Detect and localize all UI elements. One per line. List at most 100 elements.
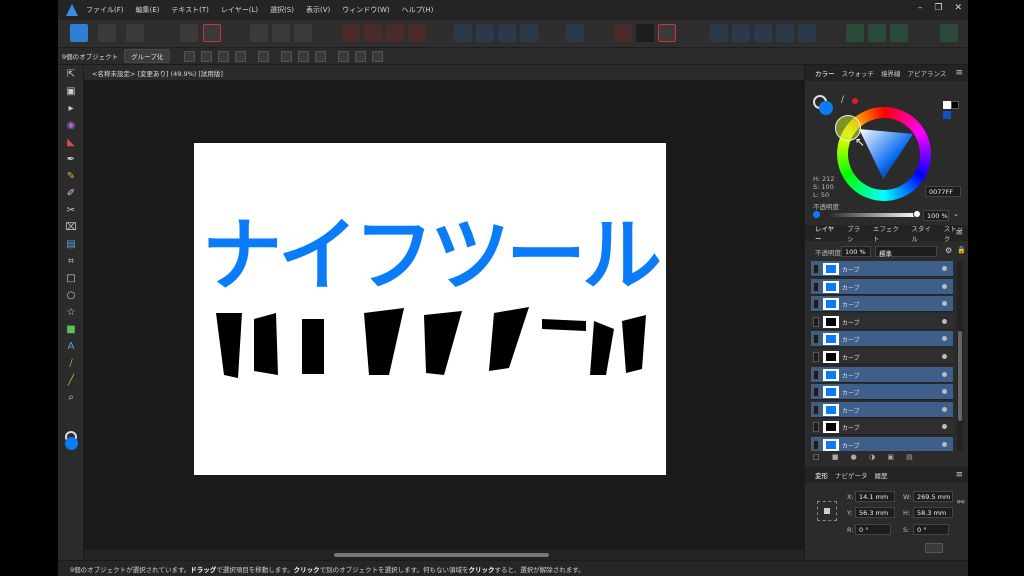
tab-appearance[interactable]: アピアランス: [908, 68, 947, 78]
user-icon[interactable]: [940, 24, 958, 42]
layer-visibility-checkbox[interactable]: [813, 422, 819, 433]
w-input[interactable]: 269.5 mm: [913, 491, 953, 502]
black-swatch[interactable]: [951, 101, 959, 109]
arrange-back-icon[interactable]: [776, 24, 794, 42]
assistant-icon[interactable]: [846, 24, 864, 42]
recent-swatch[interactable]: [943, 111, 951, 119]
layer-visibility-dot[interactable]: [942, 283, 947, 289]
layer-visibility-dot[interactable]: [942, 389, 947, 395]
layer-row[interactable]: カーブ: [811, 437, 953, 451]
restore-icon[interactable]: ❐: [934, 3, 942, 13]
snapping-options-icon[interactable]: [868, 24, 886, 42]
tab-brushes[interactable]: ブラシ: [847, 223, 866, 243]
arrange-front-icon[interactable]: [710, 24, 728, 42]
layer-row[interactable]: カーブ: [811, 384, 953, 401]
layer-row[interactable]: カーブ: [811, 261, 953, 277]
hex-input[interactable]: 0077FF: [925, 186, 961, 197]
zoom-tool-icon[interactable]: ⌕: [65, 392, 77, 404]
picker-icon[interactable]: ∕: [841, 95, 844, 105]
layer-scrollbar[interactable]: [957, 261, 963, 451]
shear-input[interactable]: 0 °: [913, 524, 949, 535]
layer-visibility-checkbox[interactable]: [813, 387, 819, 398]
rotate-right-icon[interactable]: [520, 24, 538, 42]
transform-menu-icon[interactable]: ≡: [955, 470, 963, 480]
tab-transform[interactable]: 変形: [815, 470, 828, 480]
menu-file[interactable]: ファイル(F): [86, 5, 124, 15]
space-horizontal-icon[interactable]: [338, 50, 350, 62]
group-button[interactable]: グループ化: [124, 49, 171, 63]
layer-visibility-dot[interactable]: [942, 406, 947, 412]
tab-styles[interactable]: スタイル: [911, 223, 936, 243]
star-tool-icon[interactable]: ☆: [65, 307, 77, 319]
tab-color[interactable]: カラー: [815, 68, 835, 78]
panel-menu-icon[interactable]: ≡: [955, 68, 963, 78]
export-persona-icon[interactable]: [126, 24, 144, 42]
bool-xor-icon[interactable]: [408, 24, 426, 42]
menu-window[interactable]: ウィンドウ(W): [342, 5, 389, 15]
ruler-tool-icon[interactable]: ╱: [65, 375, 77, 387]
x-input[interactable]: 14.1 mm: [855, 491, 895, 502]
hue-wheel[interactable]: ↖: [835, 107, 931, 201]
knife-tool-icon[interactable]: ✂: [65, 205, 77, 217]
horizontal-scrollbar[interactable]: [84, 550, 844, 560]
layer-row[interactable]: カーブ: [811, 313, 953, 330]
layer-visibility-checkbox[interactable]: [813, 264, 819, 274]
layer-row[interactable]: カーブ: [811, 296, 953, 313]
align-vcenter-icon[interactable]: [298, 50, 310, 62]
tab-navigator[interactable]: ナビゲータ: [835, 470, 868, 480]
link-icon[interactable]: ⚯: [957, 498, 965, 508]
layer-actions[interactable]: □ ■ ● ◑ ▣ ▤: [813, 453, 963, 463]
tab-stroke[interactable]: 境界線: [881, 68, 901, 78]
eyedropper-tool-icon[interactable]: ∕: [65, 358, 77, 370]
layer-visibility-checkbox[interactable]: [813, 334, 819, 345]
layer-row[interactable]: カーブ: [811, 401, 953, 418]
align-left-icon[interactable]: [566, 24, 584, 42]
menu-edit[interactable]: 編集(E): [136, 5, 160, 15]
node-tool-icon[interactable]: ▸: [65, 103, 77, 115]
artboard[interactable]: ナイフツール: [194, 143, 666, 475]
shape-tool-icon[interactable]: ■: [65, 324, 77, 336]
pencil-tool-icon[interactable]: ✎: [65, 171, 77, 183]
arrange-icon[interactable]: [294, 24, 312, 42]
grid-icon[interactable]: [636, 24, 654, 42]
scroll-thumb[interactable]: [334, 553, 549, 557]
layer-row[interactable]: カーブ: [811, 349, 953, 365]
layer-visibility-dot[interactable]: [942, 336, 947, 342]
artboard-tool-icon[interactable]: ▣: [65, 86, 77, 98]
undo-history-icon[interactable]: [658, 24, 676, 42]
align-middle-icon[interactable]: [218, 50, 230, 62]
artwork-svg[interactable]: ナイフツール: [194, 143, 666, 475]
tab-swatches[interactable]: スウォッチ: [842, 68, 875, 78]
h-input[interactable]: 58.3 mm: [913, 507, 953, 518]
opacity-input[interactable]: 100 %: [923, 210, 949, 221]
arrange-bottom-icon[interactable]: [798, 24, 816, 42]
rectangle-tool-icon[interactable]: □: [65, 273, 77, 285]
layer-visibility-checkbox[interactable]: [813, 299, 819, 310]
layer-opacity-input[interactable]: 100 %: [841, 246, 871, 257]
designer-persona-icon[interactable]: [70, 24, 88, 42]
fill-tool-icon[interactable]: ⌧: [65, 222, 77, 234]
minimize-icon[interactable]: –: [918, 3, 923, 13]
noise-icon[interactable]: [852, 98, 858, 104]
bool-intersect-icon[interactable]: [386, 24, 404, 42]
layer-visibility-checkbox[interactable]: [813, 281, 819, 292]
layer-visibility-checkbox[interactable]: [813, 440, 819, 450]
snapping-icon[interactable]: [180, 24, 198, 42]
layer-visibility-dot[interactable]: [942, 318, 947, 324]
rotation-input[interactable]: 0 °: [855, 524, 891, 535]
menu-help[interactable]: ヘルプ(H): [402, 5, 434, 15]
canvas-area[interactable]: ナイフツール: [84, 80, 844, 550]
transform-origin-icon[interactable]: [184, 50, 196, 62]
layer-visibility-checkbox[interactable]: [813, 352, 819, 362]
contour-tool-icon[interactable]: ◉: [65, 120, 77, 132]
bool-subtract-icon[interactable]: [364, 24, 382, 42]
chevron-down-icon[interactable]: ⌄: [953, 210, 959, 218]
rotate-icon[interactable]: [258, 50, 270, 62]
move-tool-icon[interactable]: ⇱: [65, 69, 77, 81]
anchor-selector[interactable]: [817, 501, 837, 521]
layer-visibility-dot[interactable]: [942, 371, 947, 377]
arrange-forward-icon[interactable]: [732, 24, 750, 42]
layer-visibility-dot[interactable]: [942, 301, 947, 307]
brush-tool-icon[interactable]: ✐: [65, 188, 77, 200]
close-icon[interactable]: ✕: [954, 3, 962, 13]
